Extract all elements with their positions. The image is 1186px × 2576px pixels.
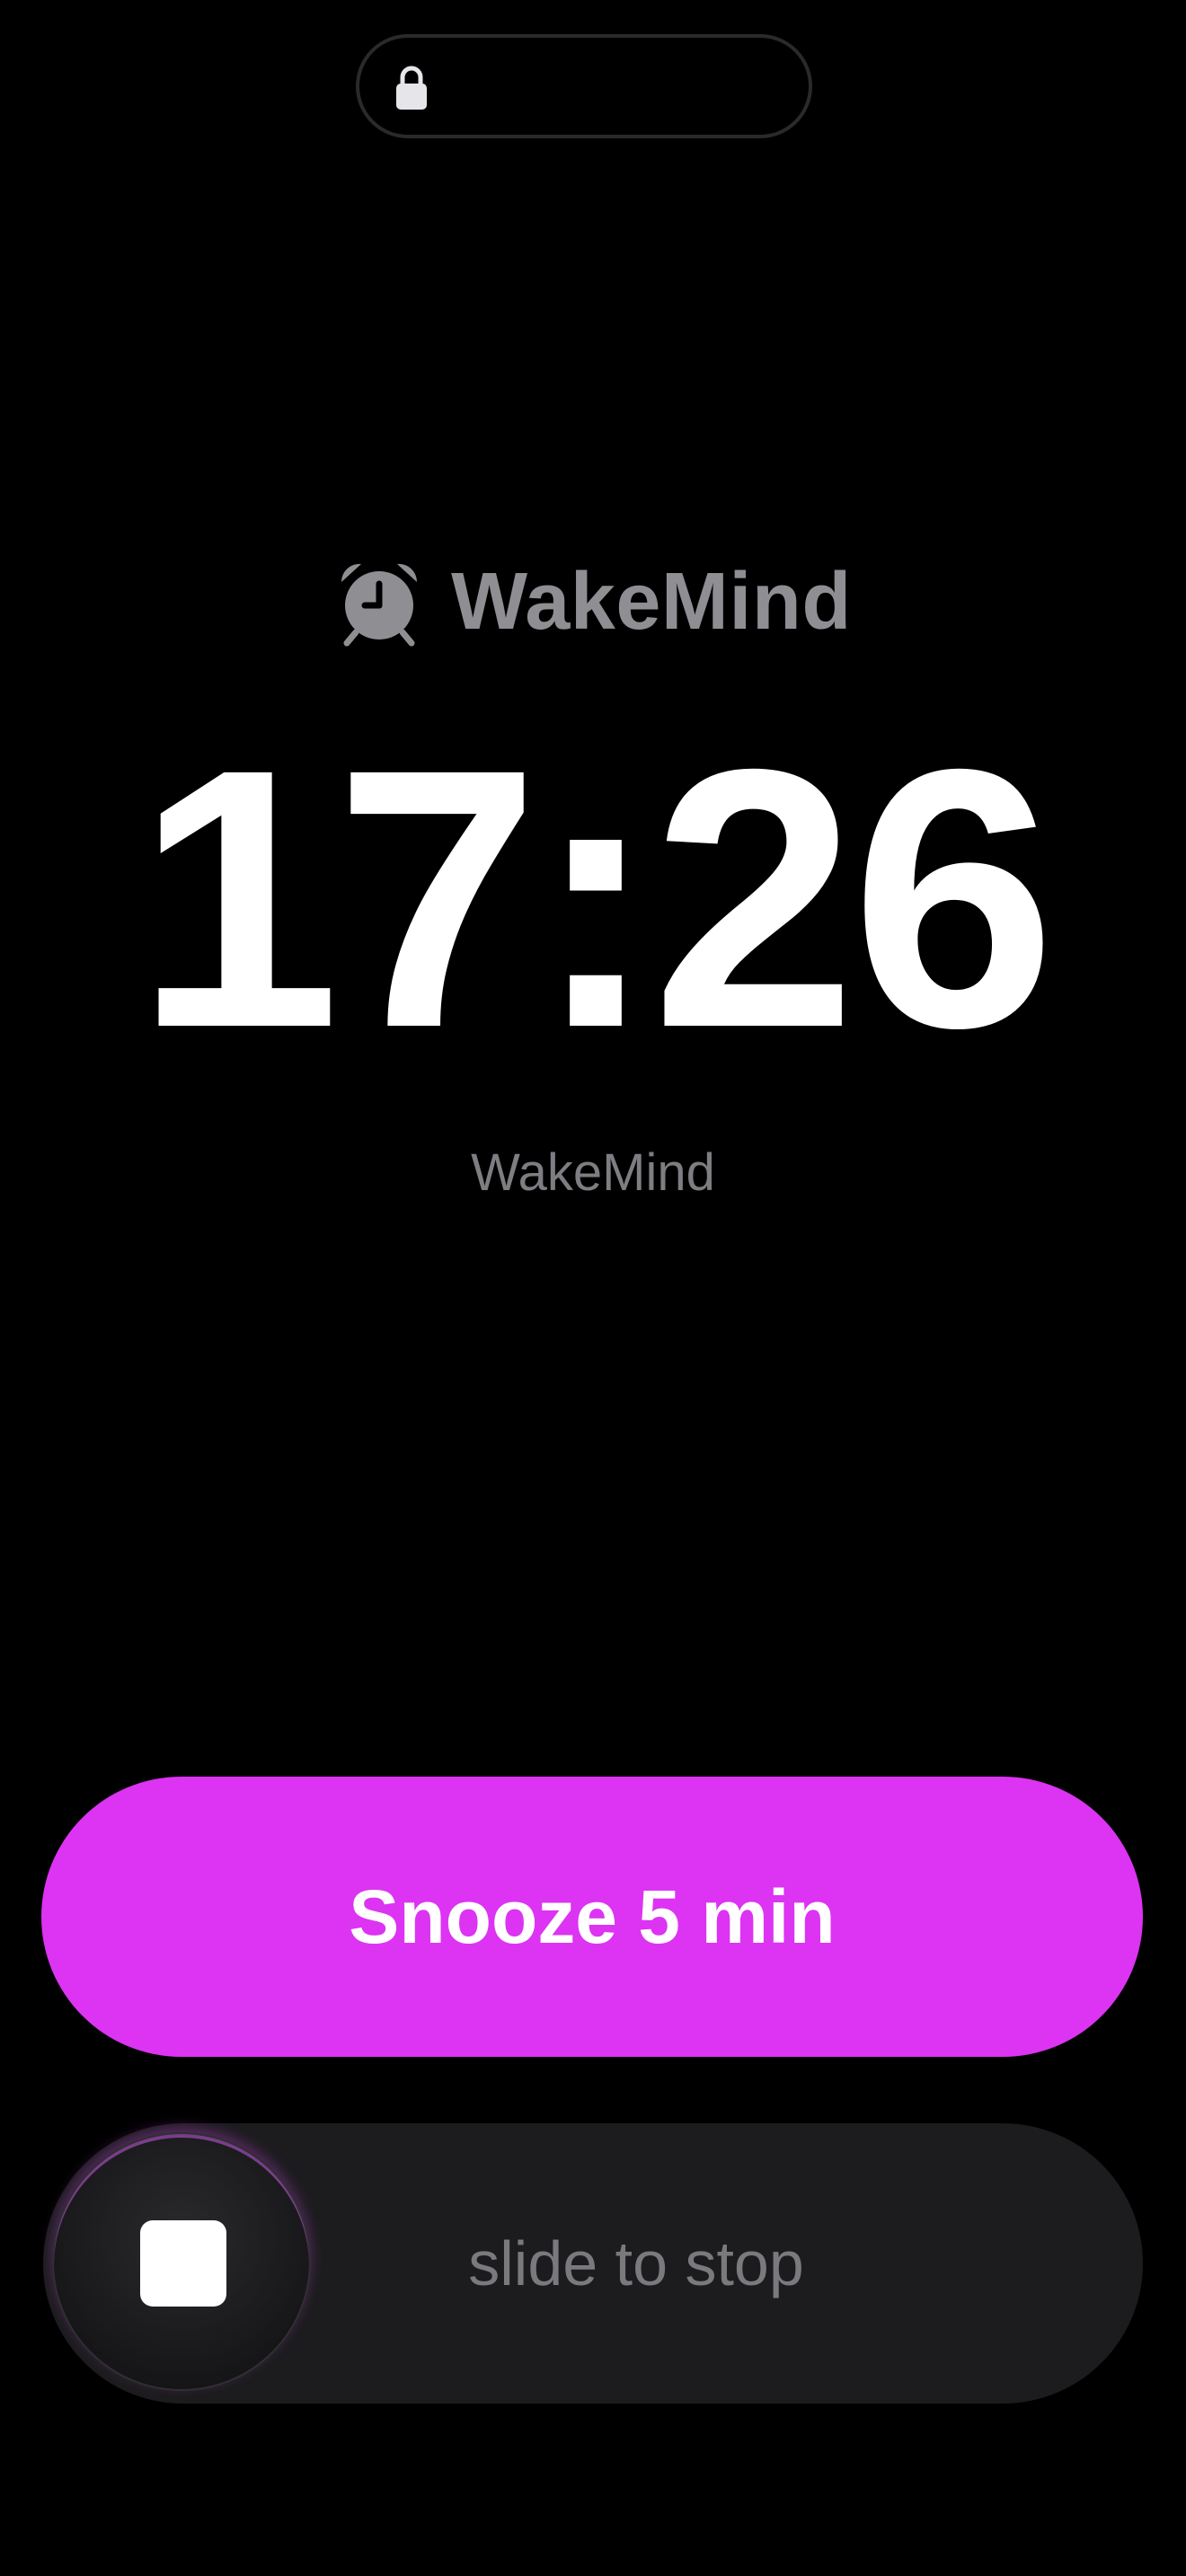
- alarm-clock-icon: [341, 563, 418, 647]
- stop-icon: [140, 2220, 226, 2307]
- app-name: WakeMind: [451, 556, 852, 647]
- slide-to-stop-track[interactable]: slide to stop: [43, 2123, 1143, 2404]
- dynamic-island: [356, 34, 812, 138]
- alarm-label: WakeMind: [471, 1143, 715, 1202]
- lock-icon: [396, 66, 427, 110]
- slide-to-stop-label: slide to stop: [468, 2228, 804, 2298]
- snooze-button[interactable]: Snooze 5 min: [41, 1777, 1143, 2057]
- slide-to-stop-handle[interactable]: [52, 2132, 311, 2391]
- app-header: WakeMind: [0, 548, 1186, 656]
- alarm-time: 17:26: [135, 693, 1057, 1104]
